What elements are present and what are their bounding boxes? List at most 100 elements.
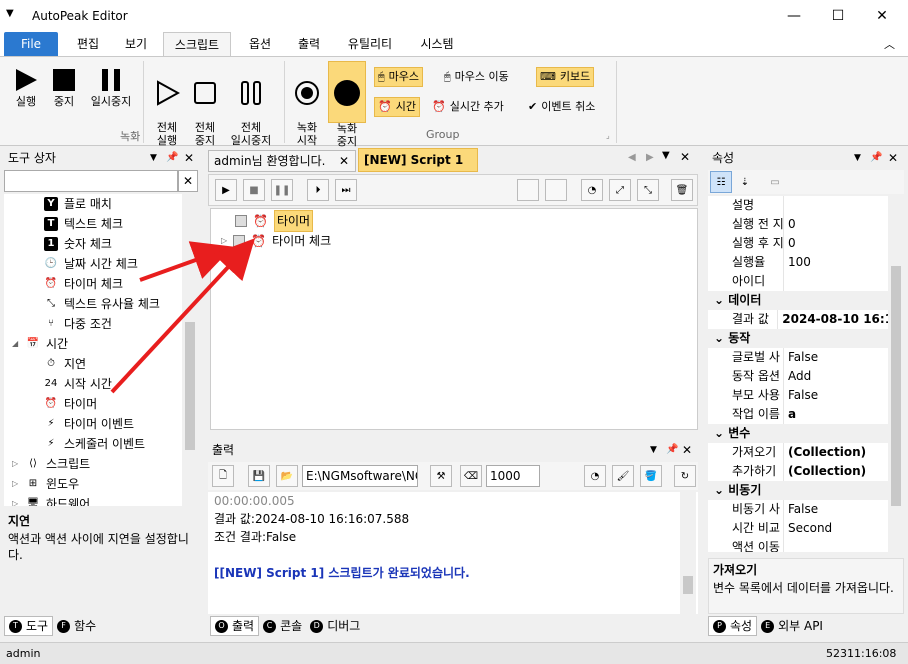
property-category[interactable]: ⌄ 동작 [708, 329, 888, 348]
filter-button[interactable]: ⚒ [430, 465, 452, 487]
property-row[interactable]: 실행 후 지0 [708, 234, 888, 253]
toolbox-item[interactable]: Y 플로 매치 [4, 194, 198, 214]
tab-properties[interactable]: P 속성 [708, 616, 758, 636]
realtime-add-toggle[interactable]: ⏰ 실시간 추가 [432, 97, 504, 117]
stop-button[interactable]: 중지 [46, 63, 82, 108]
eraser-button[interactable]: ⌫ [460, 465, 482, 487]
toolbox-item[interactable]: ⏰ 타이머 [4, 394, 198, 414]
time-toggle[interactable]: ⏰ 시간 [374, 97, 420, 117]
close-icon[interactable]: ✕ [184, 148, 194, 168]
toolbox-item[interactable]: ⑂ 다중 조건 [4, 314, 198, 334]
tabs-dropdown-icon[interactable]: ▼ [662, 150, 670, 161]
property-value[interactable]: (Collection) [784, 462, 866, 481]
tab-debug[interactable]: D 디버그 [306, 616, 364, 636]
property-value[interactable]: 100 [784, 253, 811, 272]
script-item-timer[interactable]: ⏰ 타이머 [235, 210, 314, 232]
toolbox-item[interactable]: ⤡ 텍스트 유사율 체크 [4, 294, 198, 314]
property-row[interactable]: 실행율 100 [708, 253, 888, 272]
categorized-view-icon[interactable]: ☷ [710, 171, 732, 193]
dropdown-icon[interactable]: ▼ [854, 148, 861, 168]
property-row[interactable]: 작업 이름 a [708, 405, 888, 424]
close-button[interactable]: ✕ [860, 0, 904, 32]
pause-button[interactable]: 일시중지 [84, 63, 138, 108]
collapse-arrow-icon[interactable]: ⌄ [714, 293, 728, 307]
toolbox-item[interactable]: 🕒 날짜 시간 체크 [4, 254, 198, 274]
property-row[interactable]: 글로벌 사 False [708, 348, 888, 367]
property-value[interactable]: Second [784, 519, 832, 538]
tab-file[interactable]: File [4, 32, 58, 56]
tab-script[interactable]: 스크립트 [163, 32, 231, 57]
collapse-icon[interactable]: ⤡ [637, 179, 659, 201]
brush-button[interactable]: 🖌 [612, 465, 634, 487]
property-value[interactable]: Add [784, 367, 811, 386]
properties-scrollbar[interactable] [888, 196, 904, 552]
tab-edit[interactable]: 편집 [66, 32, 110, 56]
keyboard-toggle[interactable]: ⌨ 키보드 [536, 67, 595, 87]
run-all-button[interactable]: 전체 실행 [148, 63, 186, 147]
pause-script-button[interactable]: ❚❚ [271, 179, 293, 201]
toolbox-item[interactable]: T 텍스트 체크 [4, 214, 198, 234]
toolbox-item[interactable]: 24 시작 시간 [4, 374, 198, 394]
property-value[interactable]: (Collection) [784, 443, 866, 462]
close-icon[interactable]: ✕ [888, 148, 898, 168]
collapse-arrow-icon[interactable]: ⌄ [714, 426, 728, 440]
property-row[interactable]: 설명 [708, 196, 888, 215]
property-value[interactable]: False [784, 386, 818, 405]
expand-arrow-icon[interactable]: ▷ [12, 494, 20, 506]
stop-script-button[interactable]: ■ [243, 179, 265, 201]
refresh-button[interactable]: ↻ [674, 465, 696, 487]
toolbox-item[interactable]: ⏱ 지연 [4, 354, 198, 374]
expand-arrow-icon[interactable]: ▷ [12, 454, 20, 474]
group-launcher-icon[interactable]: ⌟ [266, 131, 270, 140]
property-pages-icon[interactable]: ▭ [764, 171, 786, 193]
tab-view[interactable]: 보기 [114, 32, 158, 56]
property-row[interactable]: 부모 사용 False [708, 386, 888, 405]
property-row[interactable]: 동작 옵션 Add [708, 367, 888, 386]
close-document-icon[interactable]: ✕ [680, 150, 690, 164]
pause-all-button[interactable]: 전체 일시중지 [224, 63, 278, 147]
property-category[interactable]: ⌄ 비동기 [708, 481, 888, 500]
collapse-arrow-icon[interactable]: ⌄ [714, 331, 728, 345]
toolbox-item[interactable]: ⏰ 타이머 체크 [4, 274, 198, 294]
expand-arrow-icon[interactable]: ◢ [12, 334, 20, 354]
event-cancel-toggle[interactable]: ✔ 이벤트 취소 [528, 97, 595, 117]
tab-tools[interactable]: T 도구 [4, 616, 54, 636]
record-stop-button[interactable]: 녹화 중지 [328, 61, 366, 148]
run-button[interactable]: 실행 [8, 63, 44, 108]
mouse-toggle[interactable]: 🖱 마우스 [374, 67, 423, 87]
property-value[interactable]: 0 [784, 234, 796, 253]
step-button[interactable]: ⏵ [307, 179, 329, 201]
checkbox[interactable] [233, 235, 246, 247]
property-value[interactable]: 2024-08-10 16:16 [778, 310, 888, 329]
dropdown-icon[interactable]: ▼ [650, 440, 657, 460]
toolbox-item[interactable]: ▷ ⟨⟩ 스크립트 [4, 454, 198, 474]
property-row[interactable]: 결과 값2024-08-10 16:16 [708, 310, 888, 329]
run-script-button[interactable]: ▶ [215, 179, 237, 201]
property-value[interactable] [784, 196, 788, 215]
toolbox-item[interactable]: ▷ 🖥 하드웨어 [4, 494, 198, 506]
scroll-right-icon[interactable]: ▶ [646, 152, 654, 163]
clear-search-button[interactable]: ✕ [178, 170, 198, 192]
tab-output-log[interactable]: O 출력 [210, 616, 260, 636]
property-value[interactable]: False [784, 500, 818, 519]
tab-functions[interactable]: F 함수 [53, 616, 100, 636]
toolbox-search-input[interactable] [4, 170, 178, 192]
group-launcher-icon[interactable]: ⌟ [606, 131, 610, 140]
checkbox[interactable] [235, 215, 247, 227]
maximize-button[interactable]: ☐ [816, 0, 860, 32]
scroll-left-icon[interactable]: ◀ [628, 152, 636, 163]
tab-output[interactable]: 출력 [287, 32, 331, 56]
script-canvas[interactable]: ⏰ 타이머 ▷ ⏰ 타이머 체크 [210, 208, 698, 430]
toolbox-scrollbar[interactable] [182, 194, 198, 506]
property-row[interactable]: 가져오기 (Collection) [708, 443, 888, 462]
minimize-button[interactable]: — [772, 0, 816, 32]
mouse-move-toggle[interactable]: 🖱 마우스 이동 [444, 67, 509, 87]
tab-close-icon[interactable]: ✕ [339, 151, 349, 171]
save-button[interactable]: 💾 [248, 465, 270, 487]
property-value[interactable]: False [784, 348, 818, 367]
new-log-button[interactable]: 🗋 [212, 465, 234, 487]
system-menu-icon[interactable]: ▼ [6, 8, 14, 19]
property-row[interactable]: 비동기 사 False [708, 500, 888, 519]
collapse-arrow-icon[interactable]: ⌄ [714, 483, 728, 497]
property-value[interactable]: a [784, 405, 796, 424]
